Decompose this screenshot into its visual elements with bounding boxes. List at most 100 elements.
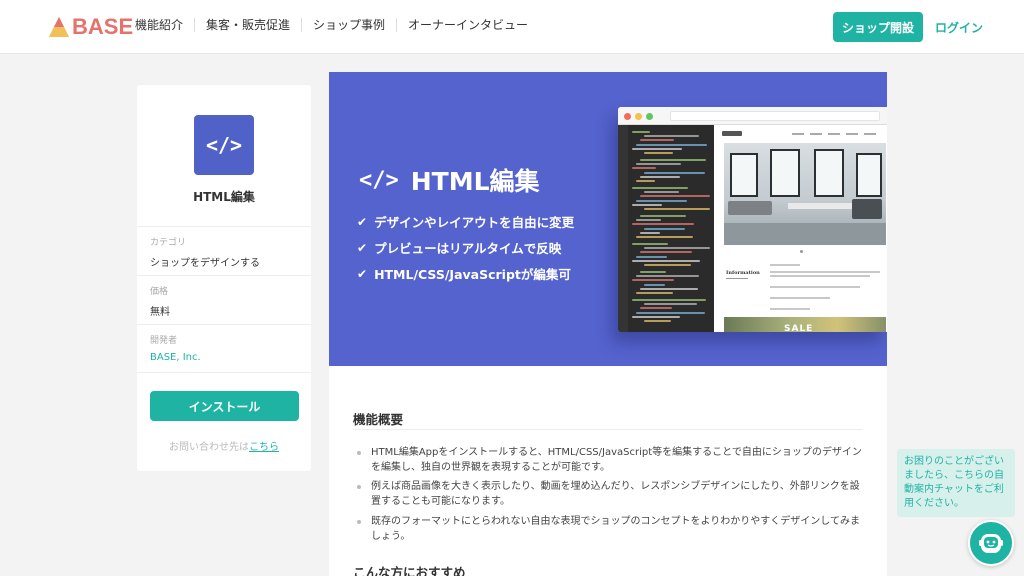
- code-icon: </>: [194, 115, 254, 175]
- banner-feature: ✔ デザインやレイアウトを自由に変更: [357, 212, 574, 231]
- url-bar: [670, 111, 880, 121]
- code-line: [640, 271, 666, 273]
- nav-marketing[interactable]: 集客・販売促進: [194, 18, 301, 32]
- code-line: [636, 311, 705, 314]
- code-line: [640, 159, 706, 161]
- code-line: [636, 292, 673, 294]
- main-nav: 機能紹介 集客・販売促進 ショップ事例 オーナーインタビュー: [135, 18, 539, 32]
- code-line: [640, 139, 674, 142]
- contact-prefix: お問い合わせ先は: [169, 442, 249, 453]
- category-label: カテゴリ: [150, 238, 187, 248]
- app-banner: </> HTML編集 ✔ デザインやレイアウトを自由に変更 ✔ プレビューはリア…: [329, 72, 887, 366]
- code-line: [644, 208, 710, 210]
- robot-face-icon: [979, 534, 1003, 553]
- banner-title-text: HTML編集: [410, 167, 540, 196]
- code-line: [644, 171, 705, 174]
- preview-nav: [722, 130, 882, 138]
- code-line: [644, 303, 697, 306]
- install-button[interactable]: インストール: [150, 391, 299, 421]
- banner-feature: ✔ HTML/CSS/JavaScriptが編集可: [357, 264, 571, 283]
- site-preview-pane: Information SALE: [714, 125, 887, 332]
- chat-bot-icon[interactable]: [968, 520, 1014, 566]
- code-line: [632, 147, 682, 150]
- app-name: HTML編集: [193, 190, 255, 204]
- code-line: [632, 315, 680, 318]
- nav-shop-cases[interactable]: ショップ事例: [301, 18, 396, 32]
- code-line: [644, 247, 710, 250]
- banner-title: </> HTML編集: [359, 162, 540, 198]
- minimize-dot-icon: [635, 113, 642, 120]
- site-header: BASE 機能紹介 集客・販売促進 ショップ事例 オーナーインタビュー ショップ…: [0, 0, 1024, 54]
- code-line: [644, 320, 671, 322]
- code-line: [644, 191, 679, 194]
- code-line: [640, 307, 672, 310]
- code-line: [632, 299, 706, 301]
- code-line: [636, 163, 681, 166]
- interior-photo: [724, 143, 886, 245]
- nav-features[interactable]: 機能紹介: [135, 18, 194, 32]
- contact-link[interactable]: こちら: [249, 442, 279, 453]
- overview-bullet: 既存のフォーマットにとらわれない自由な表現でショップのコンセプトをよりわかりやす…: [357, 514, 862, 544]
- price-value: 無料: [150, 307, 170, 318]
- code-line: [632, 131, 650, 133]
- code-line: [640, 175, 680, 178]
- price-label: 価格: [150, 287, 169, 297]
- browser-mockup: Information SALE: [618, 107, 887, 332]
- sale-text: SALE: [784, 324, 814, 332]
- category-value: ショップをデザインする: [150, 258, 260, 269]
- recommend-title: こんな方におすすめ: [353, 565, 466, 576]
- check-icon: ✔: [357, 266, 368, 281]
- code-line: [636, 143, 707, 146]
- code-line: [644, 283, 665, 286]
- preview-information-heading: Information: [726, 270, 760, 276]
- code-icon-glyph: </>: [205, 133, 243, 157]
- logo-text: BASE: [72, 14, 134, 39]
- banner-feature-text: デザインやレイアウトを自由に変更: [374, 215, 575, 230]
- app-info-card: </> HTML編集 カテゴリ ショップをデザインする 価格 無料 開発者 BA…: [137, 85, 311, 471]
- developer-section: 開発者 BASE, Inc.: [137, 324, 311, 373]
- section-divider: [353, 429, 863, 430]
- overview-title: 機能概要: [353, 412, 404, 427]
- editor-gutter: [618, 125, 628, 332]
- developer-label: 開発者: [150, 336, 178, 346]
- code-line: [632, 259, 700, 262]
- code-line: [636, 219, 661, 222]
- sale-banner-image: SALE: [724, 317, 886, 332]
- banner-feature-text: プレビューはリアルタイムで反映: [374, 241, 562, 256]
- code-line: [636, 199, 687, 202]
- code-line: [640, 231, 660, 234]
- code-editor-pane: [618, 125, 714, 332]
- code-line: [640, 195, 710, 198]
- shop-open-button[interactable]: ショップ開設: [833, 12, 923, 42]
- code-line: [640, 215, 686, 217]
- check-icon: ✔: [357, 240, 368, 255]
- code-line: [644, 264, 691, 266]
- banner-feature-text: HTML/CSS/JavaScriptが編集可: [374, 267, 571, 282]
- contact-text: お問い合わせ先はこちら: [137, 438, 311, 453]
- code-line: [636, 236, 693, 238]
- code-line: [644, 152, 673, 154]
- code-icon: </>: [359, 167, 399, 193]
- code-line: [632, 223, 694, 226]
- category-section: カテゴリ ショップをデザインする: [137, 226, 311, 277]
- code-line: [640, 287, 698, 290]
- banner-feature: ✔ プレビューはリアルタイムで反映: [357, 238, 561, 257]
- code-line: [640, 251, 692, 254]
- nav-owner-interview[interactable]: オーナーインタビュー: [396, 18, 539, 32]
- code-line: [644, 135, 699, 138]
- app-detail-main: </> HTML編集 ✔ デザインやレイアウトを自由に変更 ✔ プレビューはリア…: [329, 72, 887, 576]
- close-dot-icon: [624, 113, 631, 120]
- logo-mark-icon: [49, 17, 69, 37]
- code-line: [644, 227, 685, 230]
- overview-bullet: 例えば商品画像を大きく表示したり、動画を埋め込んだり、レスポンシブデザインにした…: [357, 479, 862, 509]
- base-logo[interactable]: BASE: [48, 14, 133, 40]
- chat-prompt-bubble[interactable]: お困りのことがございましたら、こちらの自動案内チャットをご利用ください。: [897, 449, 1015, 517]
- code-line: [632, 243, 668, 245]
- browser-toolbar: [618, 107, 887, 125]
- code-line: [636, 255, 667, 258]
- code-line: [636, 180, 655, 182]
- check-icon: ✔: [357, 214, 368, 229]
- login-link[interactable]: ログイン: [935, 19, 983, 36]
- code-line: [632, 167, 656, 170]
- developer-link[interactable]: BASE, Inc.: [150, 352, 298, 363]
